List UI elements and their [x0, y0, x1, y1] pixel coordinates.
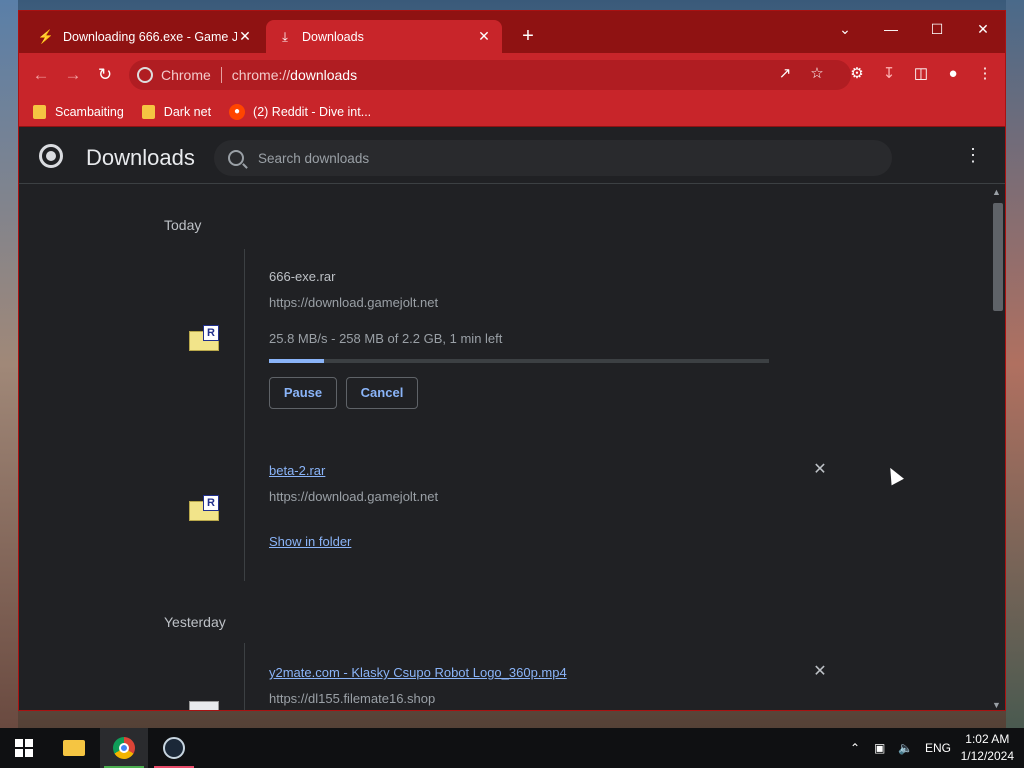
toolbar: ← → ↻ Chrome chrome://downloads ↗ ☆ ⚙ ↧ … — [19, 53, 1005, 97]
download-icon: ⤓ — [282, 28, 288, 44]
download-item: y2mate.com - Klasky Csupo Robot Logo_360… — [189, 643, 834, 710]
bookmark-star-icon[interactable]: ☆ — [805, 62, 829, 86]
browser-window: ⚡ Downloading 666.exe - Game Jo ✕ ⤓ Down… — [18, 10, 1006, 711]
file-source-url[interactable]: https://dl155.filemate16.shop — [269, 691, 435, 706]
chrome-icon — [113, 737, 135, 759]
url-path: downloads — [290, 67, 358, 83]
tab-downloads[interactable]: ⤓ Downloads ✕ — [266, 20, 502, 53]
bookmarks-bar: Scambaiting Dark net ● (2) Reddit - Dive… — [19, 97, 1005, 127]
bookmark-scambaiting[interactable]: Scambaiting — [33, 104, 124, 119]
rar-file-icon: R — [189, 325, 219, 351]
page-scrollbar[interactable]: ▲ ▼ — [989, 185, 1005, 710]
desktop-right-edge — [1006, 0, 1024, 728]
gamejolt-icon: ⚡ — [37, 28, 55, 44]
tab-title: Downloading 666.exe - Game Jo — [63, 29, 237, 44]
clock-time: 1:02 AM — [965, 732, 1010, 746]
download-item: R 666-exe.rar https://download.gamejolt.… — [189, 249, 834, 439]
chrome-site-icon — [137, 67, 153, 83]
forward-button[interactable]: → — [59, 61, 87, 89]
downloads-page: Downloads Search downloads ⋮ Today R 666… — [19, 128, 1005, 710]
downloads-indicator-icon[interactable]: ↧ — [877, 62, 901, 86]
folder-icon — [141, 104, 155, 119]
download-progress-bar — [269, 359, 769, 363]
page-header: Downloads Search downloads ⋮ — [19, 128, 1005, 184]
video-file-icon — [189, 695, 219, 710]
search-downloads-input[interactable]: Search downloads — [214, 140, 892, 176]
tab-gamejolt[interactable]: ⚡ Downloading 666.exe - Game Jo ✕ — [27, 20, 263, 53]
new-tab-button[interactable]: + — [516, 25, 540, 49]
rar-file-icon: R — [189, 495, 219, 521]
search-placeholder: Search downloads — [258, 150, 370, 166]
search-icon — [228, 150, 244, 166]
clock-date: 1/12/2024 — [960, 749, 1014, 763]
close-window-button[interactable]: ✕ — [960, 15, 1005, 43]
downloads-list: Today R 666-exe.rar https://download.gam… — [19, 185, 989, 710]
more-options-icon[interactable]: ⋮ — [964, 145, 982, 169]
share-icon[interactable]: ↗ — [773, 62, 797, 86]
close-tab-icon[interactable]: ✕ — [237, 28, 253, 45]
clock[interactable]: 1:02 AM 1/12/2024 — [961, 731, 1014, 765]
download-item: R beta-2.rar ✕ https://download.gamejolt… — [189, 439, 834, 581]
folder-icon — [33, 104, 46, 119]
bookmark-label: (2) Reddit - Dive int... — [253, 104, 372, 119]
start-button[interactable] — [0, 728, 48, 768]
tab-search-chevron-icon[interactable]: ⌄ — [822, 15, 868, 43]
omnibox-divider — [220, 67, 222, 83]
profile-avatar-icon[interactable]: ● — [941, 62, 965, 86]
file-name: 666-exe.rar — [269, 269, 336, 284]
show-in-folder-link[interactable]: Show in folder — [269, 534, 351, 549]
file-explorer-icon — [63, 740, 85, 756]
file-source-url[interactable]: https://download.gamejolt.net — [269, 489, 438, 504]
address-bar[interactable]: Chrome chrome://downloads — [129, 60, 851, 90]
file-explorer-button[interactable] — [50, 728, 98, 768]
url-host: chrome:// — [231, 67, 291, 83]
close-tab-icon[interactable]: ✕ — [476, 28, 492, 45]
page-title: Downloads — [86, 145, 195, 170]
steam-icon — [163, 737, 185, 759]
scheme-label: Chrome — [161, 67, 211, 83]
language-indicator[interactable]: ENG — [925, 728, 951, 768]
reddit-icon: ● — [229, 103, 246, 120]
remove-item-icon[interactable]: ✕ — [811, 461, 829, 479]
section-date-yesterday: Yesterday — [164, 614, 226, 630]
section-date-today: Today — [164, 217, 202, 233]
maximize-button[interactable]: ☐ — [914, 15, 960, 43]
scroll-up-arrow-icon[interactable]: ▲ — [992, 187, 1001, 197]
reload-button[interactable]: ↻ — [91, 61, 119, 89]
side-panel-icon[interactable]: ◫ — [909, 62, 933, 86]
bookmark-label: Dark net — [163, 104, 212, 119]
volume-muted-icon[interactable]: 🔈 — [898, 728, 913, 768]
extensions-icon[interactable]: ⚙ — [845, 62, 869, 86]
back-button[interactable]: ← — [27, 61, 55, 89]
chrome-taskbar-button[interactable] — [100, 728, 148, 768]
bookmark-dark-net[interactable]: Dark net — [141, 104, 212, 119]
taskbar: ⌃ ▣ 🔈 ENG 1:02 AM 1/12/2024 — [0, 728, 1024, 768]
scroll-down-arrow-icon[interactable]: ▼ — [992, 700, 1001, 710]
network-icon[interactable]: ▣ — [874, 728, 885, 768]
tab-title: Downloads — [302, 29, 364, 44]
download-status: 25.8 MB/s - 258 MB of 2.2 GB, 1 min left — [269, 331, 503, 346]
steam-taskbar-button[interactable] — [150, 728, 198, 768]
minimize-button[interactable]: — — [868, 15, 914, 43]
bookmark-label: Scambaiting — [55, 104, 124, 119]
windows-logo-icon — [15, 739, 33, 757]
remove-item-icon[interactable]: ✕ — [811, 663, 829, 681]
tray-chevron-icon[interactable]: ⌃ — [850, 728, 860, 768]
download-progress-fill — [269, 359, 324, 363]
title-bar: ⚡ Downloading 666.exe - Game Jo ✕ ⤓ Down… — [19, 11, 1005, 53]
scrollbar-thumb[interactable] — [993, 203, 1003, 311]
pause-button[interactable]: Pause — [269, 377, 337, 409]
desktop-left-edge — [0, 0, 18, 728]
file-source-url[interactable]: https://download.gamejolt.net — [269, 295, 438, 310]
chrome-logo-icon — [39, 144, 63, 168]
menu-icon[interactable]: ⋮ — [973, 62, 997, 86]
bookmark-reddit[interactable]: ● (2) Reddit - Dive int... — [229, 103, 372, 120]
file-name-link[interactable]: y2mate.com - Klasky Csupo Robot Logo_360… — [269, 665, 567, 680]
file-name-link[interactable]: beta-2.rar — [269, 463, 325, 478]
cancel-button[interactable]: Cancel — [346, 377, 418, 409]
